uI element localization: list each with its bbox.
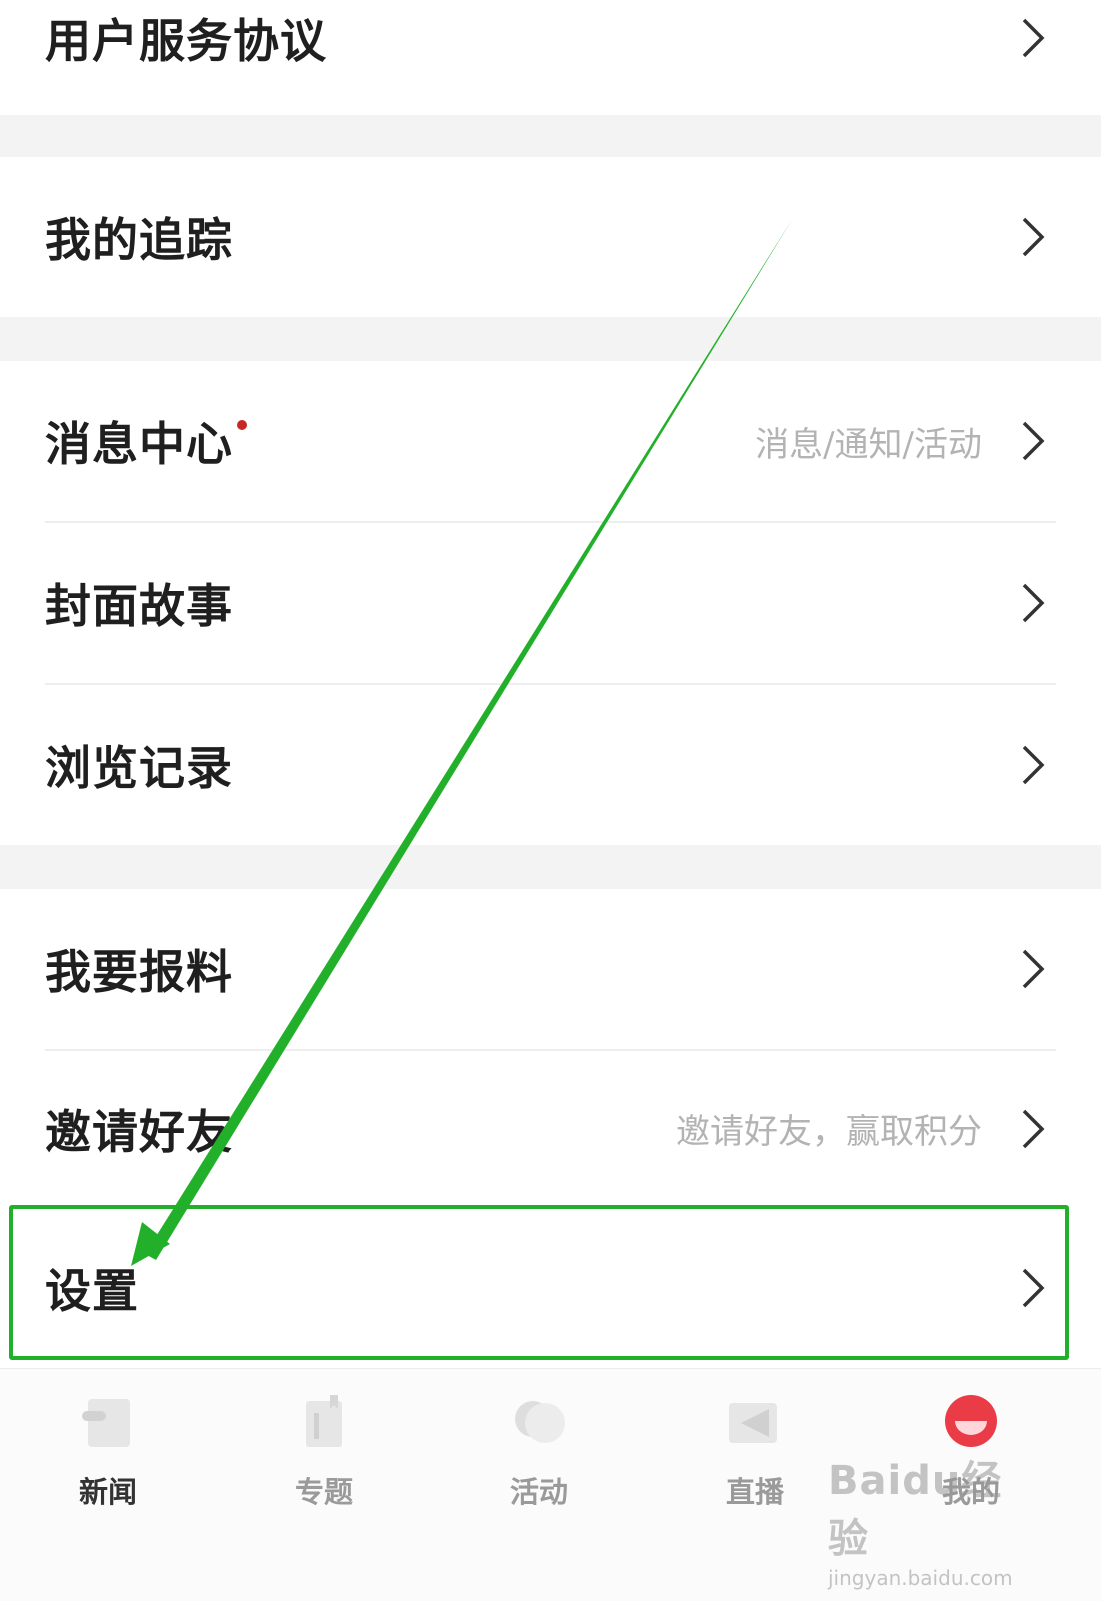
chevron-right-icon xyxy=(1020,582,1046,624)
video-camera-icon xyxy=(729,1403,777,1443)
menu-item-hint: 消息/通知/活动 xyxy=(755,424,982,465)
chevron-right-icon xyxy=(1020,216,1046,258)
chevron-right-icon xyxy=(1020,948,1046,990)
news-icon xyxy=(82,1399,130,1447)
bookmark-icon xyxy=(306,1395,342,1447)
tab-topics[interactable]: 专题 xyxy=(244,1369,404,1601)
tab-activities[interactable]: 活动 xyxy=(459,1369,619,1601)
baidu-watermark: Baidu经验 jingyan.baidu.com xyxy=(828,1448,1028,1590)
tab-label: 新闻 xyxy=(78,1475,137,1509)
chevron-right-icon xyxy=(1020,17,1046,59)
menu-item-label: 我要报料 xyxy=(45,945,233,999)
menu-item-label: 我的追踪 xyxy=(45,213,233,267)
chevron-right-icon xyxy=(1020,420,1046,462)
menu-item-cover-story[interactable]: 封面故事 xyxy=(0,523,1101,683)
section-gap xyxy=(0,317,1101,361)
activity-icon xyxy=(515,1401,565,1443)
tab-label: 活动 xyxy=(509,1475,568,1509)
menu-item-label: 邀请好友 xyxy=(45,1104,233,1159)
menu-item-user-agreement[interactable]: 用户服务协议 xyxy=(0,0,1101,95)
watermark-url: jingyan.baidu.com xyxy=(828,1566,1013,1590)
section-gap xyxy=(0,845,1101,889)
chevron-right-icon xyxy=(1020,1108,1046,1150)
menu-item-hint: 邀请好友，赢取积分 xyxy=(676,1112,982,1152)
menu-item-message-center[interactable]: 消息中心 消息/通知/活动 xyxy=(0,361,1101,521)
menu-item-label: 用户服务协议 xyxy=(45,13,327,68)
section-gap xyxy=(0,115,1101,157)
menu-item-label: 浏览记录 xyxy=(45,741,233,795)
tab-live[interactable]: 直播 xyxy=(675,1369,835,1601)
profile-icon xyxy=(945,1395,997,1447)
menu-item-browse-history[interactable]: 浏览记录 xyxy=(0,685,1101,845)
tab-label: 专题 xyxy=(294,1475,353,1509)
menu-item-submit-tip[interactable]: 我要报料 xyxy=(0,889,1101,1049)
tab-label: 直播 xyxy=(725,1475,784,1509)
menu-item-label: 消息中心 xyxy=(45,417,233,471)
unread-dot-badge xyxy=(237,420,247,430)
settings-highlight-box xyxy=(9,1205,1069,1360)
menu-item-label: 封面故事 xyxy=(45,579,233,633)
menu-item-my-tracking[interactable]: 我的追踪 xyxy=(0,157,1101,317)
menu-item-invite-friends[interactable]: 邀请好友 邀请好友，赢取积分 xyxy=(0,1051,1101,1206)
watermark-title: Baidu经验 xyxy=(828,1458,1003,1562)
chevron-right-icon xyxy=(1020,744,1046,786)
tab-news[interactable]: 新闻 xyxy=(28,1369,188,1601)
